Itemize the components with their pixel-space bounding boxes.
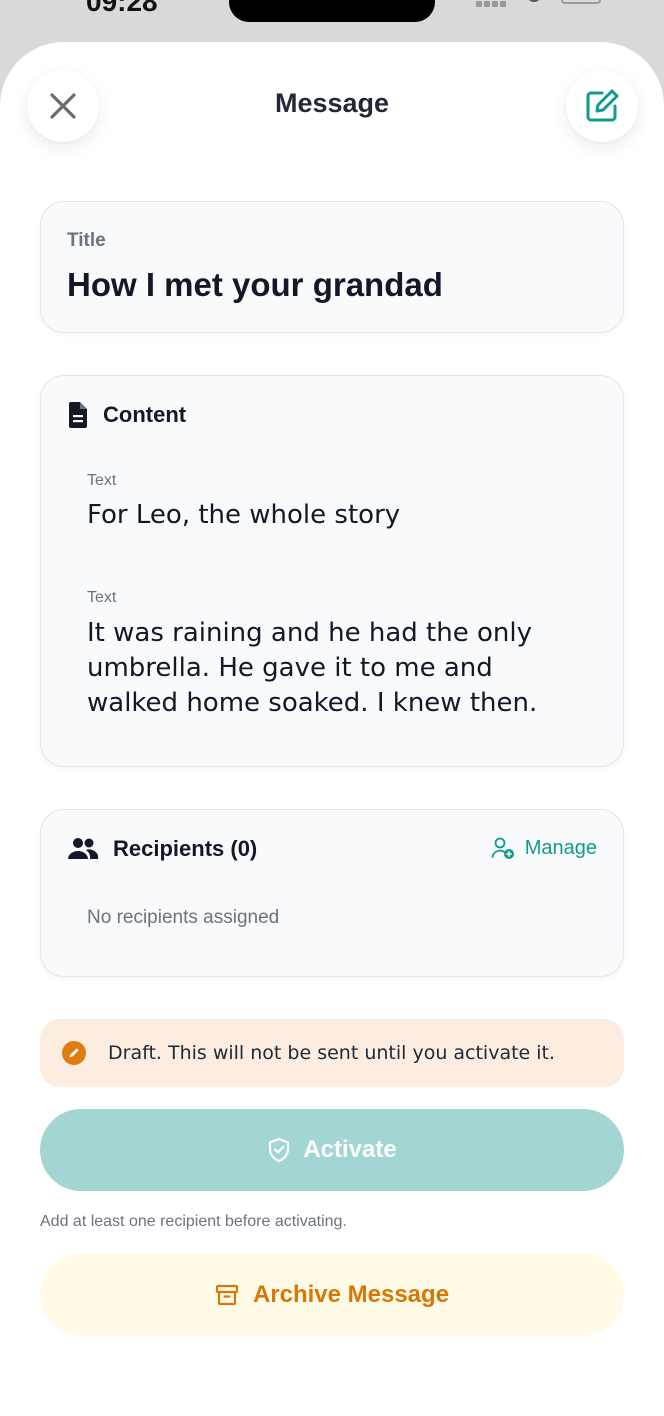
battery-icon bbox=[561, 0, 601, 4]
wifi-icon bbox=[527, 0, 541, 2]
text-field-label-2: Text bbox=[87, 589, 117, 606]
no-recipients-text: No recipients assigned bbox=[87, 907, 280, 928]
content-card: Content Text For Leo, the whole story Te… bbox=[40, 375, 624, 767]
recipients-header: Recipients (0) bbox=[67, 836, 257, 862]
document-icon bbox=[69, 402, 87, 428]
text-field-value-2[interactable]: It was raining and he had the only umbre… bbox=[87, 616, 587, 721]
content-header: Content bbox=[67, 402, 186, 428]
title-value: How I met your grandad bbox=[67, 266, 443, 303]
title-label: Title bbox=[67, 230, 106, 251]
dynamic-island bbox=[229, 0, 435, 22]
shield-check-icon bbox=[269, 1137, 290, 1163]
status-bar: 09:28 bbox=[0, 0, 664, 42]
page-title: Message bbox=[274, 88, 390, 118]
message-sheet: Message Title How I met your grandad Con… bbox=[0, 42, 664, 1416]
recipients-card: Recipients (0) Manage No recipients assi… bbox=[40, 809, 624, 977]
pencil-icon bbox=[62, 1041, 86, 1065]
archive-icon bbox=[215, 1284, 239, 1306]
activate-label: Activate bbox=[303, 1136, 397, 1163]
status-time: 09:28 bbox=[86, 0, 158, 17]
content-heading: Content bbox=[103, 402, 187, 427]
activate-hint: Add at least one recipient before activa… bbox=[40, 1213, 347, 1230]
manage-recipients-button[interactable]: Manage bbox=[491, 836, 597, 860]
text-field-label-1: Text bbox=[87, 472, 117, 489]
activate-button[interactable]: Activate bbox=[40, 1109, 624, 1191]
title-card[interactable]: Title How I met your grandad bbox=[40, 201, 624, 333]
signal-icon bbox=[476, 0, 510, 7]
text-field-value-1[interactable]: For Leo, the whole story bbox=[87, 498, 587, 533]
draft-banner: Draft. This will not be sent until you a… bbox=[40, 1019, 624, 1087]
user-add-icon bbox=[491, 837, 514, 859]
users-icon bbox=[68, 838, 99, 859]
archive-message-button[interactable]: Archive Message bbox=[40, 1254, 624, 1336]
recipients-heading: Recipients (0) bbox=[113, 836, 258, 861]
draft-text: Draft. This will not be sent until you a… bbox=[108, 1042, 556, 1064]
edit-button[interactable] bbox=[566, 70, 638, 142]
manage-label: Manage bbox=[524, 836, 597, 859]
edit-icon bbox=[586, 89, 619, 122]
archive-label: Archive Message bbox=[252, 1281, 450, 1308]
